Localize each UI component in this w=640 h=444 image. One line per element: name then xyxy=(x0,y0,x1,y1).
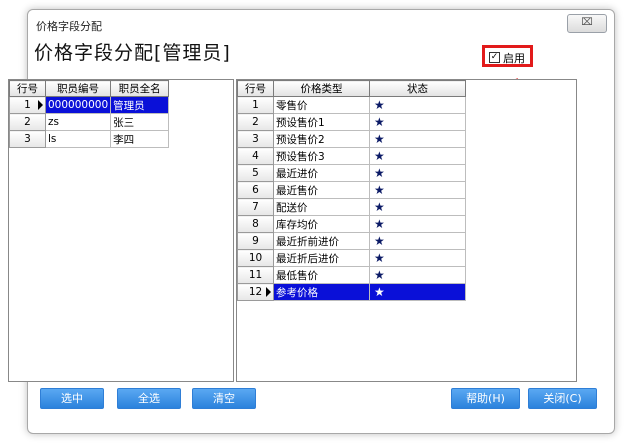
employee-table: 行号 职员编号 职员全名 1 000000000 管理员 2 zs 张三 3 ls 李四 xyxy=(9,80,170,148)
price-type-row[interactable]: 9 最近折前进价 ★ xyxy=(237,232,466,250)
price-type-row[interactable]: 5 最近进价 ★ xyxy=(237,164,466,182)
status-star-icon[interactable]: ★ xyxy=(369,198,466,216)
status-star-icon[interactable]: ★ xyxy=(369,283,466,301)
help-button[interactable]: 帮助(H) xyxy=(451,388,520,409)
price-type-row[interactable]: 2 预设售价1 ★ xyxy=(237,113,466,131)
price-type-row[interactable]: 6 最近售价 ★ xyxy=(237,181,466,199)
price-type-cell[interactable]: 最近进价 xyxy=(273,164,370,182)
close-window-button[interactable]: ⌧ xyxy=(567,14,607,33)
price-type-table: 行号 价格类型 状态 1 零售价 ★ 2 预设售价1 ★ 3 预设售价2 ★ 4 预设售价3 ★ 5 最近… xyxy=(237,80,466,301)
price-type-cell[interactable]: 参考价格 xyxy=(273,283,370,301)
status-star-icon[interactable]: ★ xyxy=(369,181,466,199)
close-button[interactable]: 关闭(C) xyxy=(528,388,597,409)
employee-list-panel: 行号 职员编号 职员全名 1 000000000 管理员 2 zs 张三 3 ls 李四 xyxy=(8,79,234,382)
row-number-cell[interactable]: 12 xyxy=(237,283,274,301)
row-number-cell[interactable]: 4 xyxy=(237,147,274,165)
price-type-cell[interactable]: 预设售价3 xyxy=(273,147,370,165)
price-type-row[interactable]: 1 零售价 ★ xyxy=(237,96,466,114)
status-star-icon[interactable]: ★ xyxy=(369,249,466,267)
column-header-row-number[interactable]: 行号 xyxy=(9,80,46,97)
enable-checkbox[interactable]: ✓ xyxy=(489,52,500,63)
column-header-row-number[interactable]: 行号 xyxy=(237,80,274,97)
row-number-cell[interactable]: 6 xyxy=(237,181,274,199)
employee-row[interactable]: 1 000000000 管理员 xyxy=(9,96,170,114)
price-type-cell[interactable]: 预设售价2 xyxy=(273,130,370,148)
employee-name-cell[interactable]: 张三 xyxy=(110,113,170,131)
enable-checkbox-highlight[interactable]: ✓ 启用 xyxy=(482,45,533,67)
row-number-cell[interactable]: 1 xyxy=(9,96,46,114)
price-type-row[interactable]: 11 最低售价 ★ xyxy=(237,266,466,284)
row-number-cell[interactable]: 9 xyxy=(237,232,274,250)
column-header-price-type[interactable]: 价格类型 xyxy=(273,80,370,97)
row-pointer-icon xyxy=(38,100,43,110)
row-number-cell[interactable]: 5 xyxy=(237,164,274,182)
price-type-row[interactable]: 10 最近折后进价 ★ xyxy=(237,249,466,267)
row-number-cell[interactable]: 3 xyxy=(237,130,274,148)
price-type-row[interactable]: 4 预设售价3 ★ xyxy=(237,147,466,165)
status-star-icon[interactable]: ★ xyxy=(369,266,466,284)
price-type-panel: 行号 价格类型 状态 1 零售价 ★ 2 预设售价1 ★ 3 预设售价2 ★ 4 预设售价3 ★ 5 最近… xyxy=(236,79,577,382)
price-type-cell[interactable]: 零售价 xyxy=(273,96,370,114)
price-type-cell[interactable]: 库存均价 xyxy=(273,215,370,233)
row-number-cell[interactable]: 2 xyxy=(237,113,274,131)
employee-code-cell[interactable]: zs xyxy=(44,113,112,131)
row-number-cell[interactable]: 3 xyxy=(9,130,46,148)
status-star-icon[interactable]: ★ xyxy=(369,164,466,182)
price-type-row[interactable]: 7 配送价 ★ xyxy=(237,198,466,216)
column-header-employee-code[interactable]: 职员编号 xyxy=(44,80,112,97)
price-type-row[interactable]: 12 参考价格 ★ xyxy=(237,283,466,301)
enable-label: 启用 xyxy=(503,52,525,65)
row-number-cell[interactable]: 11 xyxy=(237,266,274,284)
column-header-employee-name[interactable]: 职员全名 xyxy=(110,80,170,97)
price-type-cell[interactable]: 配送价 xyxy=(273,198,370,216)
status-star-icon[interactable]: ★ xyxy=(369,232,466,250)
price-type-cell[interactable]: 最近折前进价 xyxy=(273,232,370,250)
employee-row[interactable]: 3 ls 李四 xyxy=(9,130,170,148)
employee-row[interactable]: 2 zs 张三 xyxy=(9,113,170,131)
clear-button[interactable]: 清空 xyxy=(192,388,256,409)
status-star-icon[interactable]: ★ xyxy=(369,215,466,233)
status-star-icon[interactable]: ★ xyxy=(369,96,466,114)
row-number-cell[interactable]: 7 xyxy=(237,198,274,216)
row-pointer-icon xyxy=(266,287,271,297)
row-number-cell[interactable]: 1 xyxy=(237,96,274,114)
price-type-cell[interactable]: 最低售价 xyxy=(273,266,370,284)
row-number-cell[interactable]: 8 xyxy=(237,215,274,233)
price-type-cell[interactable]: 预设售价1 xyxy=(273,113,370,131)
status-star-icon[interactable]: ★ xyxy=(369,147,466,165)
employee-name-cell[interactable]: 李四 xyxy=(110,130,170,148)
status-star-icon[interactable]: ★ xyxy=(369,113,466,131)
window-title: 价格字段分配 xyxy=(36,20,102,33)
employee-code-cell[interactable]: 000000000 xyxy=(44,96,112,114)
row-number-cell[interactable]: 2 xyxy=(9,113,46,131)
select-all-button[interactable]: 全选 xyxy=(117,388,181,409)
price-type-cell[interactable]: 最近售价 xyxy=(273,181,370,199)
price-type-cell[interactable]: 最近折后进价 xyxy=(273,249,370,267)
employee-code-cell[interactable]: ls xyxy=(44,130,112,148)
column-header-status[interactable]: 状态 xyxy=(369,80,466,97)
status-star-icon[interactable]: ★ xyxy=(369,130,466,148)
select-button[interactable]: 选中 xyxy=(40,388,104,409)
title-bar: 价格字段分配 ⌧ xyxy=(28,10,614,38)
price-type-row[interactable]: 8 库存均价 ★ xyxy=(237,215,466,233)
page-title: 价格字段分配[管理员] xyxy=(34,42,231,64)
row-number-cell[interactable]: 10 xyxy=(237,249,274,267)
employee-name-cell[interactable]: 管理员 xyxy=(110,96,170,114)
price-type-row[interactable]: 3 预设售价2 ★ xyxy=(237,130,466,148)
